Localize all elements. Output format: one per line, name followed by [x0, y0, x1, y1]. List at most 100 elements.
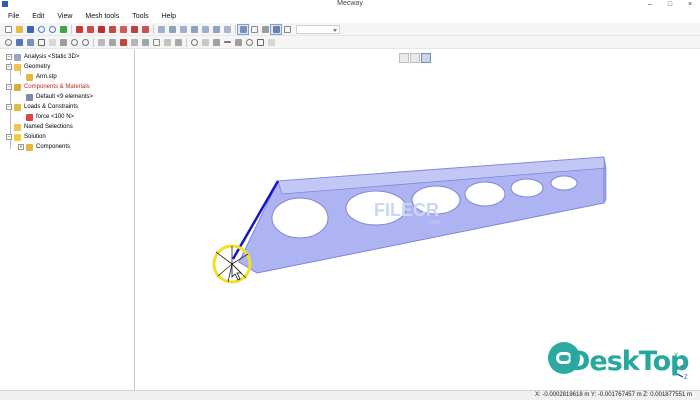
section-icon[interactable]	[211, 38, 221, 47]
view-iso-icon[interactable]	[222, 25, 232, 34]
tree-label-solution-components: Components	[36, 144, 71, 150]
tree-item-named-selections[interactable]: Named Selections	[14, 122, 73, 132]
probe-icon[interactable]	[200, 38, 210, 47]
tree-label-geometry: Geometry	[24, 64, 51, 70]
tree-item-analysis[interactable]: – Analysis <Static 3D>	[6, 52, 79, 62]
material-icon	[26, 93, 33, 101]
cube-red-3-icon[interactable]	[107, 25, 117, 34]
pointer-icon[interactable]	[3, 38, 13, 47]
shaded-icon[interactable]	[260, 25, 270, 34]
tree-label-analysis: Analysis <Static 3D>	[24, 54, 80, 60]
element-filter-dropdown[interactable]	[296, 24, 340, 34]
maximize-icon[interactable]: □	[660, 0, 680, 9]
view-top-icon[interactable]	[200, 25, 210, 34]
node-icon[interactable]	[14, 38, 24, 47]
collapse-icon[interactable]: –	[6, 104, 12, 110]
element-icon[interactable]	[25, 38, 35, 47]
tree-item-default-material[interactable]: Default <9 elements>	[26, 92, 93, 102]
expand-icon[interactable]: +	[18, 144, 24, 150]
model-tree: – Analysis <Static 3D> – Geometry Arm.st…	[0, 50, 135, 390]
redo-icon[interactable]	[47, 25, 57, 34]
open-folder-icon[interactable]	[14, 25, 24, 34]
grid-icon[interactable]	[282, 25, 292, 34]
view-left-icon[interactable]	[178, 25, 188, 34]
new-file-icon[interactable]	[3, 25, 13, 34]
mesh-scale-icon[interactable]	[162, 38, 172, 47]
view-bottom-icon[interactable]	[211, 25, 221, 34]
tree-item-geometry[interactable]: – Geometry	[6, 62, 50, 72]
save-icon[interactable]	[25, 25, 35, 34]
mesh-refine-icon[interactable]	[96, 38, 106, 47]
measure-icon[interactable]	[189, 38, 199, 47]
line-icon[interactable]	[222, 38, 232, 47]
view-back-icon[interactable]	[167, 25, 177, 34]
plane-icon[interactable]	[233, 38, 243, 47]
cube-red-5-icon[interactable]	[129, 25, 139, 34]
tree-label-force: force <100 N>	[36, 114, 75, 120]
beam-hole-4	[464, 181, 506, 207]
mesh-mirror-icon[interactable]	[151, 38, 161, 47]
delete-icon[interactable]	[47, 38, 57, 47]
menu-help[interactable]: Help	[162, 13, 176, 20]
cube-red-icon[interactable]	[85, 25, 95, 34]
undo-icon[interactable]	[36, 25, 46, 34]
view-right-icon[interactable]	[189, 25, 199, 34]
solve-icon[interactable]	[58, 25, 68, 34]
tree-item-components-materials[interactable]: – Components & Materials	[6, 82, 90, 92]
geometry-file-icon	[26, 73, 33, 81]
menu-edit[interactable]: Edit	[32, 13, 44, 20]
select-icon[interactable]	[74, 25, 84, 34]
components-folder-icon	[26, 143, 33, 151]
tree-item-force[interactable]: force <100 N>	[26, 112, 74, 122]
beam-hole-1	[271, 197, 329, 239]
filecr-logo: FILECR	[374, 200, 439, 220]
cube-red-4-icon[interactable]	[118, 25, 128, 34]
cylinder-icon[interactable]	[244, 38, 254, 47]
more-icon[interactable]	[266, 38, 276, 47]
translate-icon[interactable]	[58, 38, 68, 47]
mouse-pointer-icon	[231, 263, 242, 281]
materials-icon	[14, 83, 21, 91]
cube-red-2-icon[interactable]	[96, 25, 106, 34]
mesh-merge-icon[interactable]	[129, 38, 139, 47]
mesh-toolbar	[0, 36, 700, 49]
tree-label-default: Default <9 elements>	[36, 94, 94, 100]
wireframe-icon[interactable]	[249, 25, 259, 34]
collapse-icon[interactable]: –	[6, 134, 12, 140]
tree-item-solution-components[interactable]: + Components	[18, 142, 70, 152]
tree-item-loads-constraints[interactable]: – Loads & Constraints	[6, 102, 78, 112]
mesh-split-icon[interactable]	[140, 38, 150, 47]
collapse-icon[interactable]: –	[6, 64, 12, 70]
3d-viewport[interactable]: FILECR .com	[136, 50, 700, 390]
beam-end-face	[603, 156, 607, 204]
view-front-icon[interactable]	[156, 25, 166, 34]
rotate-icon[interactable]	[69, 38, 79, 47]
menu-file[interactable]: File	[8, 13, 19, 20]
menu-view[interactable]: View	[57, 13, 72, 20]
mesh-grid-icon[interactable]	[255, 38, 265, 47]
render-mode-icon[interactable]	[237, 23, 249, 35]
beam-model[interactable]: FILECR .com	[136, 50, 700, 390]
mesh-offset-icon[interactable]	[173, 38, 183, 47]
minimize-icon[interactable]: –	[640, 0, 660, 9]
tree-label-components: Components & Materials	[24, 84, 90, 90]
shaded-edges-icon[interactable]	[270, 23, 282, 35]
close-icon[interactable]: ×	[680, 0, 700, 9]
collapse-icon[interactable]: –	[6, 54, 12, 60]
edge-icon[interactable]	[36, 38, 46, 47]
tree-item-solution[interactable]: – Solution	[6, 132, 46, 142]
cube-red-6-icon[interactable]	[140, 25, 150, 34]
menu-tools[interactable]: Tools	[132, 13, 148, 20]
window-controls: – □ ×	[640, 0, 700, 9]
mesh-sweep-icon[interactable]	[118, 38, 128, 47]
solution-warning-icon	[14, 133, 21, 141]
zoom-icon[interactable]	[80, 38, 90, 47]
main-toolbar	[0, 23, 700, 36]
folder-icon	[14, 63, 21, 71]
tree-item-arm-stp[interactable]: Arm.stp	[26, 72, 57, 82]
collapse-icon[interactable]: –	[6, 84, 12, 90]
title-bar: Mecway – □ ×	[0, 0, 700, 9]
menu-mesh-tools[interactable]: Mesh tools	[85, 13, 119, 20]
status-bar: X: -0.0002819618 m Y: -0.001767457 m Z: …	[0, 390, 700, 400]
mesh-extrude-icon[interactable]	[107, 38, 117, 47]
